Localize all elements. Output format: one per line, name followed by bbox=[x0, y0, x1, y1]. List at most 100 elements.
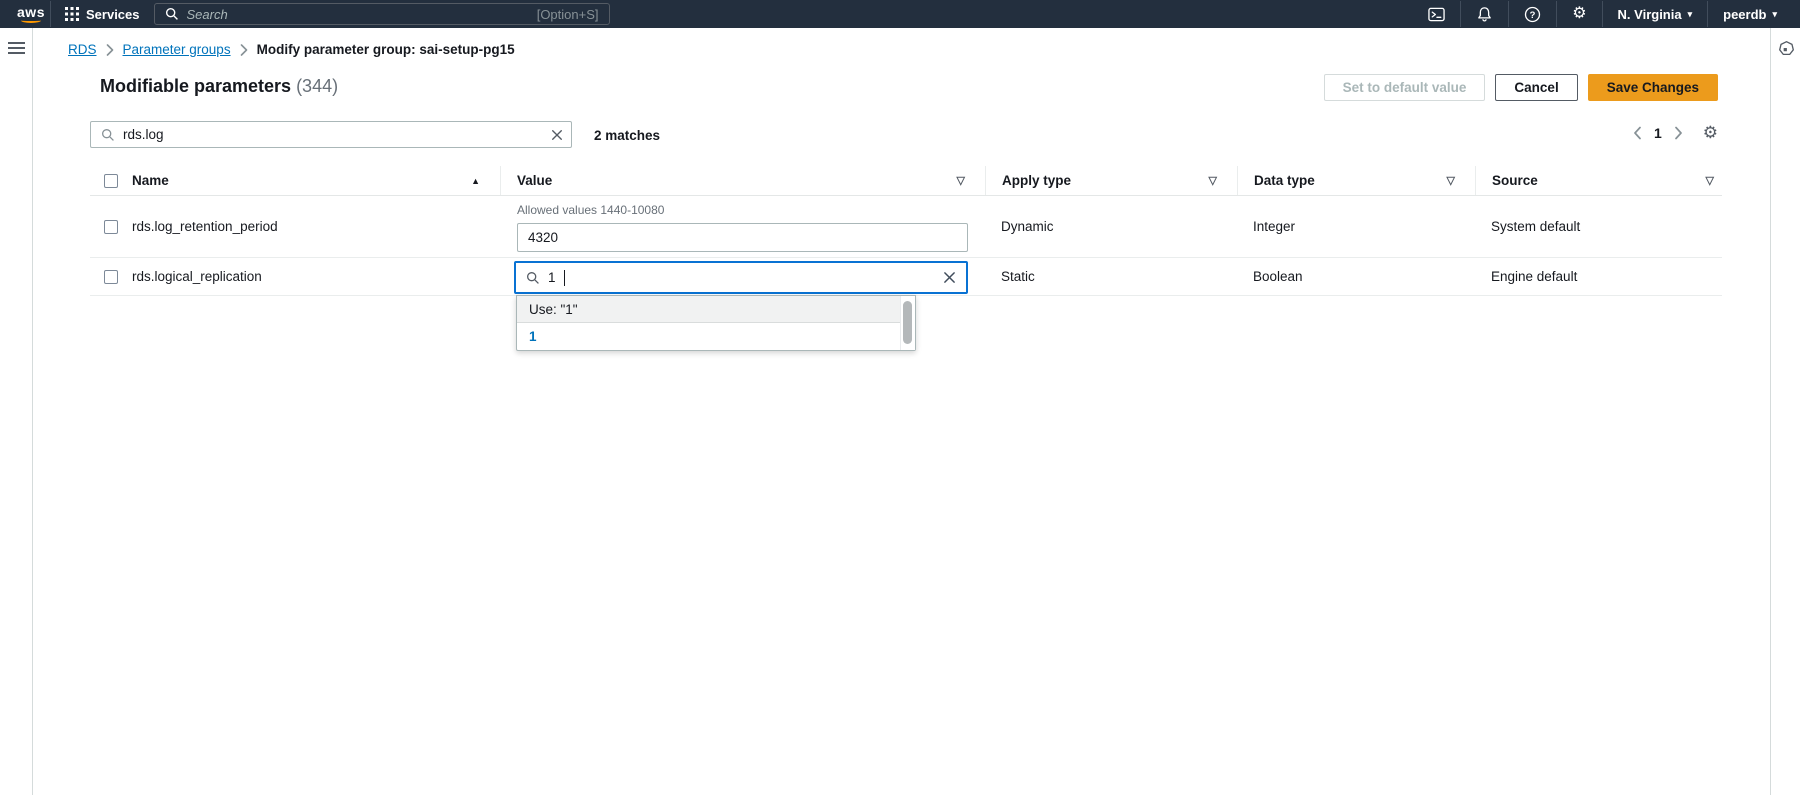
chevron-right-icon bbox=[240, 44, 248, 56]
column-header-value[interactable]: Value ▽ bbox=[500, 166, 985, 195]
row-checkbox[interactable] bbox=[104, 270, 118, 284]
cancel-button[interactable]: Cancel bbox=[1495, 74, 1577, 101]
data-type-cell: Integer bbox=[1237, 196, 1475, 257]
nav-divider bbox=[1707, 1, 1708, 27]
services-grid-icon bbox=[65, 7, 79, 21]
retention-period-value-input[interactable] bbox=[517, 223, 968, 252]
parameter-count: (344) bbox=[296, 76, 338, 96]
parameter-name-cell: rds.logical_replication bbox=[126, 258, 500, 295]
clear-combobox-button[interactable] bbox=[943, 271, 956, 284]
parameter-filter-input[interactable] bbox=[123, 127, 543, 142]
search-icon bbox=[165, 7, 179, 21]
clear-filter-button[interactable] bbox=[551, 129, 563, 141]
breadcrumb: RDS Parameter groups Modify parameter gr… bbox=[68, 42, 515, 57]
bell-icon bbox=[1476, 6, 1493, 23]
select-all-checkbox[interactable] bbox=[104, 174, 118, 188]
column-header-data-type[interactable]: Data type ▽ bbox=[1237, 166, 1475, 195]
dropdown-scrollbar-track bbox=[900, 296, 915, 350]
aws-logo-text: aws bbox=[17, 6, 45, 18]
filter-value-column-icon[interactable]: ▽ bbox=[957, 174, 965, 187]
search-icon bbox=[101, 128, 115, 142]
top-nav-left: aws Services Search [Option+S] bbox=[0, 0, 610, 28]
source-cell: Engine default bbox=[1475, 258, 1722, 295]
nav-divider bbox=[1508, 1, 1509, 27]
logical-replication-value-combobox[interactable]: 1 bbox=[514, 261, 968, 294]
sort-ascending-icon[interactable]: ▲ bbox=[471, 176, 480, 186]
help-button[interactable]: ? bbox=[1511, 0, 1554, 28]
search-shortcut-hint: [Option+S] bbox=[537, 7, 599, 22]
page-number[interactable]: 1 bbox=[1654, 125, 1662, 141]
table-row: rds.log_retention_period Allowed values … bbox=[90, 196, 1722, 258]
set-to-default-button[interactable]: Set to default value bbox=[1324, 74, 1486, 101]
use-typed-value-option[interactable]: Use: "1" bbox=[517, 296, 915, 323]
side-panel-icon[interactable] bbox=[1778, 40, 1795, 57]
parameter-name-cell: rds.log_retention_period bbox=[126, 196, 500, 257]
dropdown-scrollbar-thumb[interactable] bbox=[903, 301, 912, 344]
filter-apply-type-column-icon[interactable]: ▽ bbox=[1209, 174, 1217, 187]
top-nav-right: ? ⚙ N. Virginia ▾ peerdb ▾ bbox=[1415, 0, 1800, 28]
global-search-box[interactable]: Search [Option+S] bbox=[154, 3, 610, 25]
breadcrumb-current-page: Modify parameter group: sai-setup-pg15 bbox=[257, 42, 515, 57]
filter-source-column-icon[interactable]: ▽ bbox=[1706, 174, 1714, 187]
region-selector[interactable]: N. Virginia ▾ bbox=[1605, 0, 1706, 28]
aws-logo-smile bbox=[21, 18, 41, 23]
nav-divider bbox=[50, 1, 51, 27]
parameter-filter-box bbox=[90, 121, 572, 148]
table-header-row: Name ▲ Value ▽ Apply type ▽ Data type ▽ … bbox=[90, 166, 1722, 196]
open-sidebar-button[interactable] bbox=[8, 42, 25, 57]
save-changes-button[interactable]: Save Changes bbox=[1588, 74, 1718, 101]
aws-logo[interactable]: aws bbox=[14, 6, 48, 23]
next-page-button[interactable] bbox=[1674, 126, 1683, 140]
allowed-values-hint: Allowed values 1440-10080 bbox=[517, 203, 985, 217]
apply-type-cell: Static bbox=[985, 258, 1237, 295]
column-header-apply-type[interactable]: Apply type ▽ bbox=[985, 166, 1237, 195]
nav-divider bbox=[1460, 1, 1461, 27]
row-checkbox[interactable] bbox=[104, 220, 118, 234]
parameter-value-cell: Allowed values 1440-10080 bbox=[500, 196, 985, 257]
value-suggestions-dropdown: Use: "1" 1 bbox=[516, 295, 916, 351]
cloudshell-button[interactable] bbox=[1415, 0, 1458, 28]
combobox-query-text: 1 bbox=[548, 270, 556, 285]
top-navigation-bar: aws Services Search [Option+S] bbox=[0, 0, 1800, 28]
previous-page-button[interactable] bbox=[1633, 126, 1642, 140]
right-side-rail bbox=[1770, 28, 1800, 795]
column-header-source[interactable]: Source ▽ bbox=[1475, 166, 1722, 195]
settings-button[interactable]: ⚙ bbox=[1559, 0, 1599, 28]
breadcrumb-parameter-groups-link[interactable]: Parameter groups bbox=[123, 42, 231, 57]
text-cursor bbox=[564, 270, 565, 286]
table-preferences-gear-icon[interactable]: ⚙ bbox=[1703, 124, 1718, 141]
pagination: 1 ⚙ bbox=[1633, 124, 1718, 141]
page-title: Modifiable parameters(344) bbox=[100, 76, 338, 97]
cloudshell-terminal-icon bbox=[1428, 6, 1445, 23]
data-type-cell: Boolean bbox=[1237, 258, 1475, 295]
column-header-name[interactable]: Name ▲ bbox=[126, 166, 500, 195]
apply-type-cell: Dynamic bbox=[985, 196, 1237, 257]
breadcrumb-rds-link[interactable]: RDS bbox=[68, 42, 97, 57]
nav-divider bbox=[1602, 1, 1603, 27]
chevron-down-icon: ▾ bbox=[1772, 10, 1777, 19]
account-menu[interactable]: peerdb ▾ bbox=[1710, 0, 1790, 28]
parameters-table: Name ▲ Value ▽ Apply type ▽ Data type ▽ … bbox=[90, 166, 1722, 296]
chevron-right-icon bbox=[106, 44, 114, 56]
dropdown-option-1[interactable]: 1 bbox=[517, 323, 915, 350]
match-count-label: 2 matches bbox=[594, 128, 660, 143]
question-circle-icon: ? bbox=[1524, 6, 1541, 23]
parameter-value-cell: 1 bbox=[500, 258, 985, 295]
source-cell: System default bbox=[1475, 196, 1722, 257]
global-search-placeholder: Search bbox=[187, 7, 529, 22]
header-actions: Set to default value Cancel Save Changes bbox=[1324, 74, 1718, 101]
region-label: N. Virginia bbox=[1618, 7, 1682, 22]
services-menu-button[interactable]: Services bbox=[53, 0, 152, 28]
nav-divider bbox=[1556, 1, 1557, 27]
filter-data-type-column-icon[interactable]: ▽ bbox=[1447, 174, 1455, 187]
left-side-rail bbox=[0, 28, 33, 795]
search-icon bbox=[526, 271, 540, 285]
svg-text:?: ? bbox=[1530, 9, 1536, 20]
services-label: Services bbox=[86, 7, 140, 22]
hamburger-icon bbox=[8, 42, 25, 44]
page-title-text: Modifiable parameters bbox=[100, 76, 291, 96]
chevron-down-icon: ▾ bbox=[1688, 10, 1693, 19]
gear-icon: ⚙ bbox=[1572, 6, 1586, 22]
notifications-button[interactable] bbox=[1463, 0, 1506, 28]
table-row: rds.logical_replication 1 Static Boolean… bbox=[90, 258, 1722, 296]
